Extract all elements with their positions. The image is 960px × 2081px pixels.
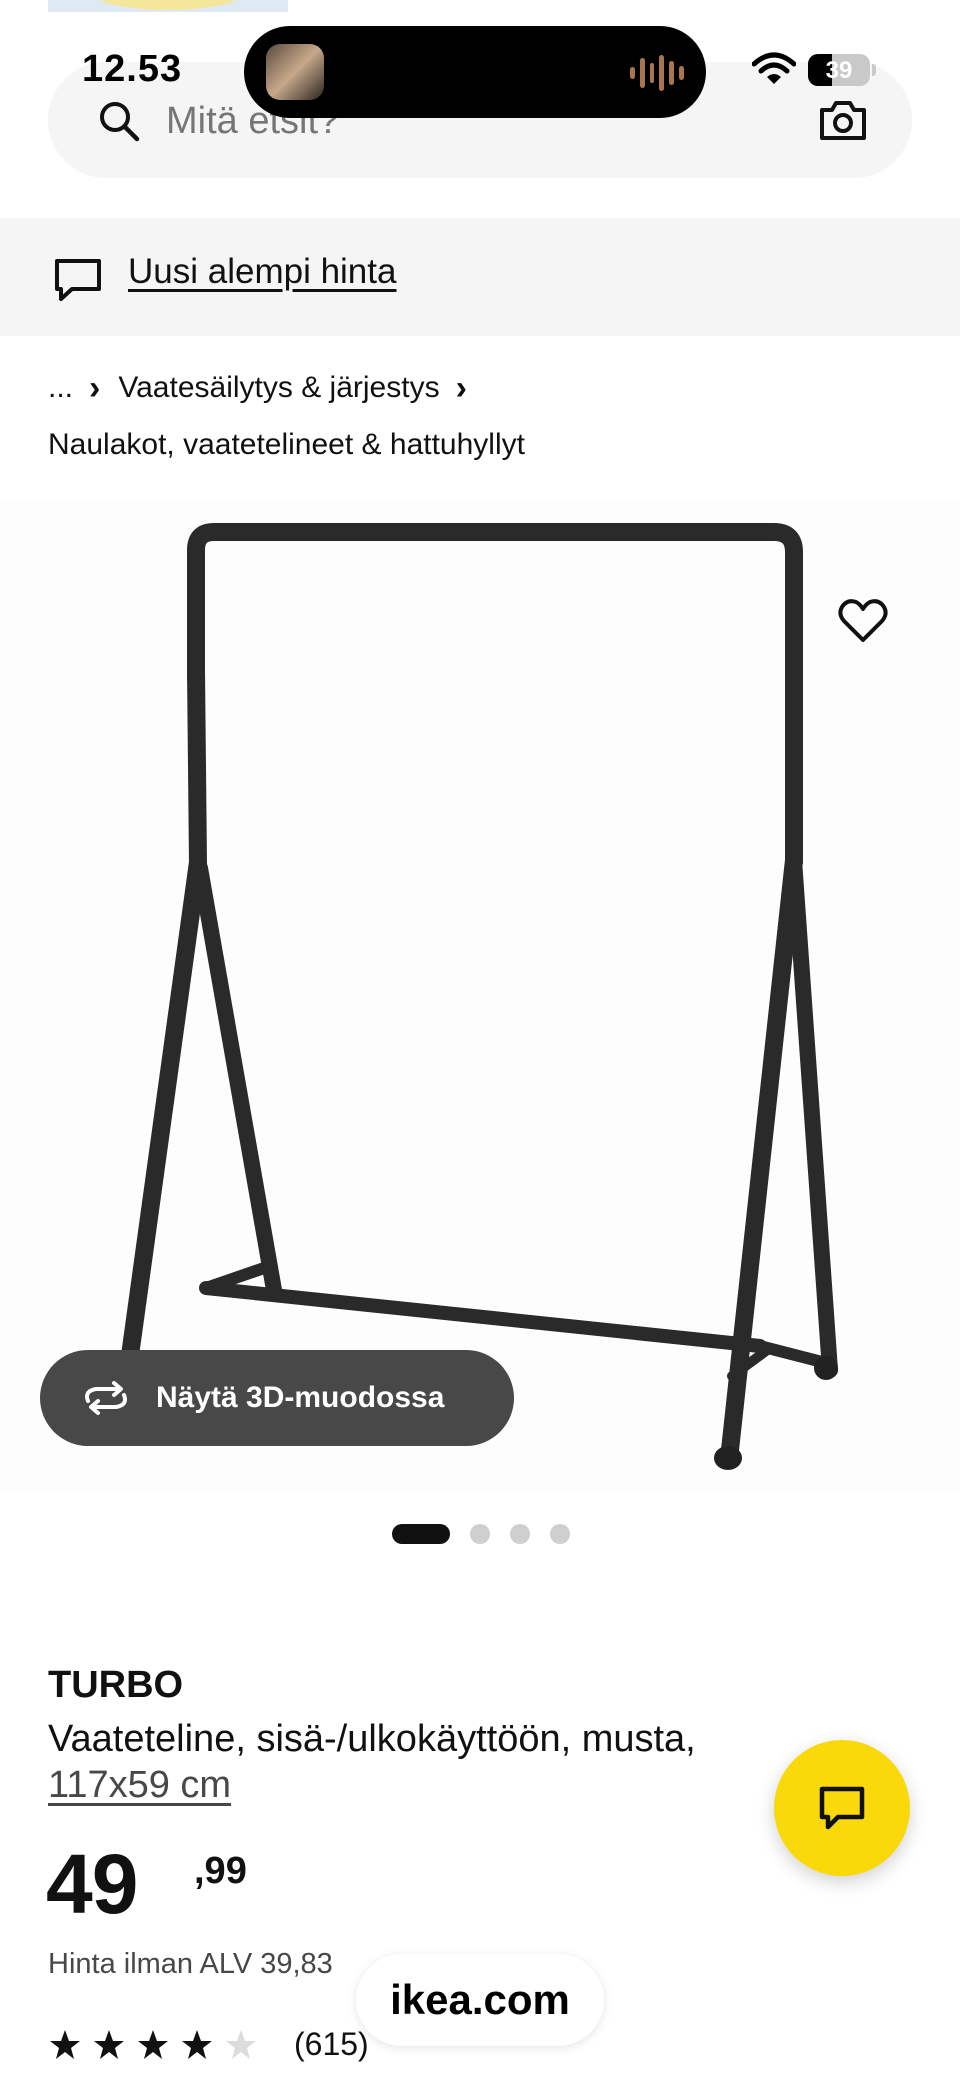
camera-icon[interactable]: [818, 98, 868, 142]
battery-icon: 39: [808, 54, 870, 86]
battery-tip: [872, 64, 876, 76]
chevron-right-icon: ›: [89, 369, 101, 407]
wifi-icon: [752, 52, 796, 84]
favorite-heart-icon[interactable]: [836, 594, 890, 648]
carousel-dot-active[interactable]: [392, 1524, 450, 1544]
battery-level: 39: [825, 57, 853, 84]
browser-url-bar[interactable]: ikea.com: [356, 1954, 604, 2046]
star-filled-icon: [182, 2029, 212, 2059]
carousel-dot[interactable]: [510, 1524, 530, 1544]
chevron-right-icon: ›: [455, 369, 467, 407]
search-icon: [100, 102, 140, 142]
breadcrumb-ellipsis[interactable]: ...: [48, 371, 73, 405]
product-price: 49 ,99: [46, 1836, 247, 1933]
audio-wave-icon: [630, 54, 684, 92]
breadcrumb-item-racks[interactable]: Naulakot, vaatetelineet & hattuhyllyt: [48, 428, 525, 461]
product-image[interactable]: [0, 500, 960, 1490]
carousel-dot[interactable]: [470, 1524, 490, 1544]
breadcrumb-item-storage[interactable]: Vaatesäilytys & järjestys: [118, 371, 439, 405]
rotate-3d-icon: [85, 1381, 127, 1415]
product-name: TURBO: [48, 1664, 184, 1706]
chat-bubble-icon: [819, 1786, 865, 1830]
breadcrumb: ... › Vaatesäilytys & järjestys › Naulak…: [48, 368, 908, 468]
dynamic-island[interactable]: [244, 26, 706, 118]
lower-price-link[interactable]: Uusi alempi hinta: [128, 252, 396, 292]
star-empty-icon: [226, 2029, 256, 2059]
star-filled-icon: [94, 2029, 124, 2059]
price-integer: 49: [46, 1837, 138, 1931]
view-3d-label: Näytä 3D-muodossa: [156, 1381, 445, 1414]
image-carousel-indicator: [392, 1524, 570, 1544]
star-filled-icon: [138, 2029, 168, 2059]
status-time: 12.53: [82, 48, 183, 90]
logo-remnant: [48, 0, 288, 12]
lower-price-banner[interactable]: Uusi alempi hinta: [0, 218, 960, 336]
product-rating[interactable]: (615): [48, 2026, 369, 2063]
view-3d-button[interactable]: Näytä 3D-muodossa: [40, 1350, 514, 1446]
product-description: Vaateteline, sisä-/ulkokäyttöön, musta,: [48, 1718, 696, 1760]
price-decimals: ,99: [194, 1850, 247, 1892]
carousel-dot[interactable]: [550, 1524, 570, 1544]
star-filled-icon: [50, 2029, 80, 2059]
now-playing-artwork: [266, 44, 324, 100]
price-without-vat: Hinta ilman ALV 39,83: [48, 1948, 333, 1980]
chat-button[interactable]: [774, 1740, 910, 1876]
product-size-link[interactable]: 117x59 cm: [48, 1764, 231, 1807]
speech-bubble-icon: [55, 259, 101, 301]
review-count[interactable]: (615): [294, 2026, 369, 2063]
